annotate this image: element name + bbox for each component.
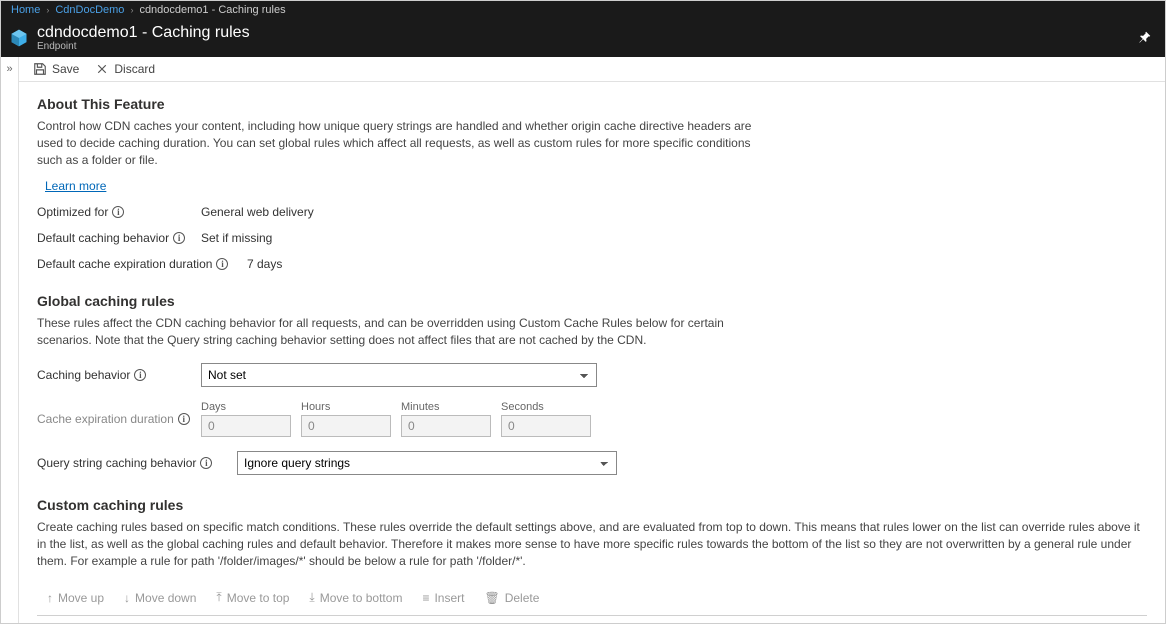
rules-table: MATCH CONDITION MATCH VALUE(S) CACHING B… <box>37 615 1147 623</box>
trash-icon: 🗑 <box>484 591 499 605</box>
rules-toolbar: ↑Move up ↓Move down ⤒Move to top ⤓Move t… <box>37 590 1147 605</box>
endpoint-icon <box>9 28 29 48</box>
move-bottom-button[interactable]: ⤓Move to bottom <box>309 590 402 605</box>
save-icon <box>33 62 47 76</box>
insert-icon: ≡ <box>422 591 429 605</box>
hours-label: Hours <box>301 401 391 413</box>
col-minutes: MINUTES <box>929 622 1038 623</box>
custom-heading: Custom caching rules <box>37 497 1147 513</box>
arrow-up-icon: ↑ <box>47 591 53 605</box>
discard-label: Discard <box>114 62 155 76</box>
col-seconds: SECONDS <box>1038 622 1147 623</box>
arrow-bottom-icon: ⤓ <box>309 590 314 605</box>
minutes-input <box>401 415 491 437</box>
discard-button[interactable]: Discard <box>95 62 155 76</box>
breadcrumb: Home › CdnDocDemo › cdndocdemo1 - Cachin… <box>1 1 1165 19</box>
seconds-label: Seconds <box>501 401 591 413</box>
learn-more-link[interactable]: Learn more <box>45 179 106 193</box>
optimized-for-value: General web delivery <box>201 205 314 219</box>
caching-behavior-label: Caching behavior <box>37 368 130 382</box>
default-behavior-value: Set if missing <box>201 231 272 245</box>
col-matchval: MATCH VALUE(S) <box>285 622 497 623</box>
default-expiration-label: Default cache expiration duration <box>37 257 212 271</box>
move-up-button[interactable]: ↑Move up <box>47 590 104 605</box>
col-match: MATCH CONDITION <box>77 622 285 623</box>
global-heading: Global caching rules <box>37 293 1147 309</box>
cache-expiration-label: Cache expiration duration <box>37 412 174 426</box>
move-down-button[interactable]: ↓Move down <box>124 590 196 605</box>
command-toolbar: Save Discard <box>19 57 1165 82</box>
delete-button[interactable]: 🗑Delete <box>484 590 539 605</box>
about-heading: About This Feature <box>37 96 1147 112</box>
info-icon[interactable]: i <box>178 413 190 425</box>
col-days: DAYS <box>711 622 820 623</box>
info-icon[interactable]: i <box>216 258 228 270</box>
title-bar: cdndocdemo1 - Caching rules Endpoint <box>1 19 1165 57</box>
save-button[interactable]: Save <box>33 62 79 76</box>
optimized-for-label: Optimized for <box>37 205 108 219</box>
discard-icon <box>95 62 109 76</box>
chevron-right-icon: › <box>46 5 49 15</box>
page-title: cdndocdemo1 - Caching rules <box>37 24 250 42</box>
move-top-button[interactable]: ⤒Move to top <box>216 590 289 605</box>
minutes-label: Minutes <box>401 401 491 413</box>
info-icon[interactable]: i <box>112 206 124 218</box>
info-icon[interactable]: i <box>200 457 212 469</box>
global-desc: These rules affect the CDN caching behav… <box>37 315 757 349</box>
arrow-top-icon: ⤒ <box>216 590 221 605</box>
pin-icon[interactable] <box>1139 30 1157 46</box>
days-label: Days <box>201 401 291 413</box>
expand-rail[interactable]: » <box>1 57 19 623</box>
default-expiration-value: 7 days <box>247 257 282 271</box>
info-icon[interactable]: i <box>173 232 185 244</box>
col-hours: HOURS <box>820 622 929 623</box>
custom-desc: Create caching rules based on specific m… <box>37 519 1147 570</box>
page-subtitle: Endpoint <box>37 41 250 52</box>
breadcrumb-level1[interactable]: CdnDocDemo <box>55 4 124 16</box>
save-label: Save <box>52 62 79 76</box>
days-input <box>201 415 291 437</box>
info-icon[interactable]: i <box>134 369 146 381</box>
seconds-input <box>501 415 591 437</box>
query-caching-label: Query string caching behavior <box>37 456 196 470</box>
insert-button[interactable]: ≡Insert <box>422 590 464 605</box>
hours-input <box>301 415 391 437</box>
chevron-right-icon: › <box>130 5 133 15</box>
col-cbeh: CACHING BEHAVIOR <box>497 622 711 623</box>
arrow-down-icon: ↓ <box>124 591 130 605</box>
default-behavior-label: Default caching behavior <box>37 231 169 245</box>
caching-behavior-select[interactable]: Not set <box>201 363 597 387</box>
about-desc: Control how CDN caches your content, inc… <box>37 118 757 169</box>
breadcrumb-current: cdndocdemo1 - Caching rules <box>139 4 285 16</box>
breadcrumb-home[interactable]: Home <box>11 4 40 16</box>
query-caching-select[interactable]: Ignore query strings <box>237 451 617 475</box>
